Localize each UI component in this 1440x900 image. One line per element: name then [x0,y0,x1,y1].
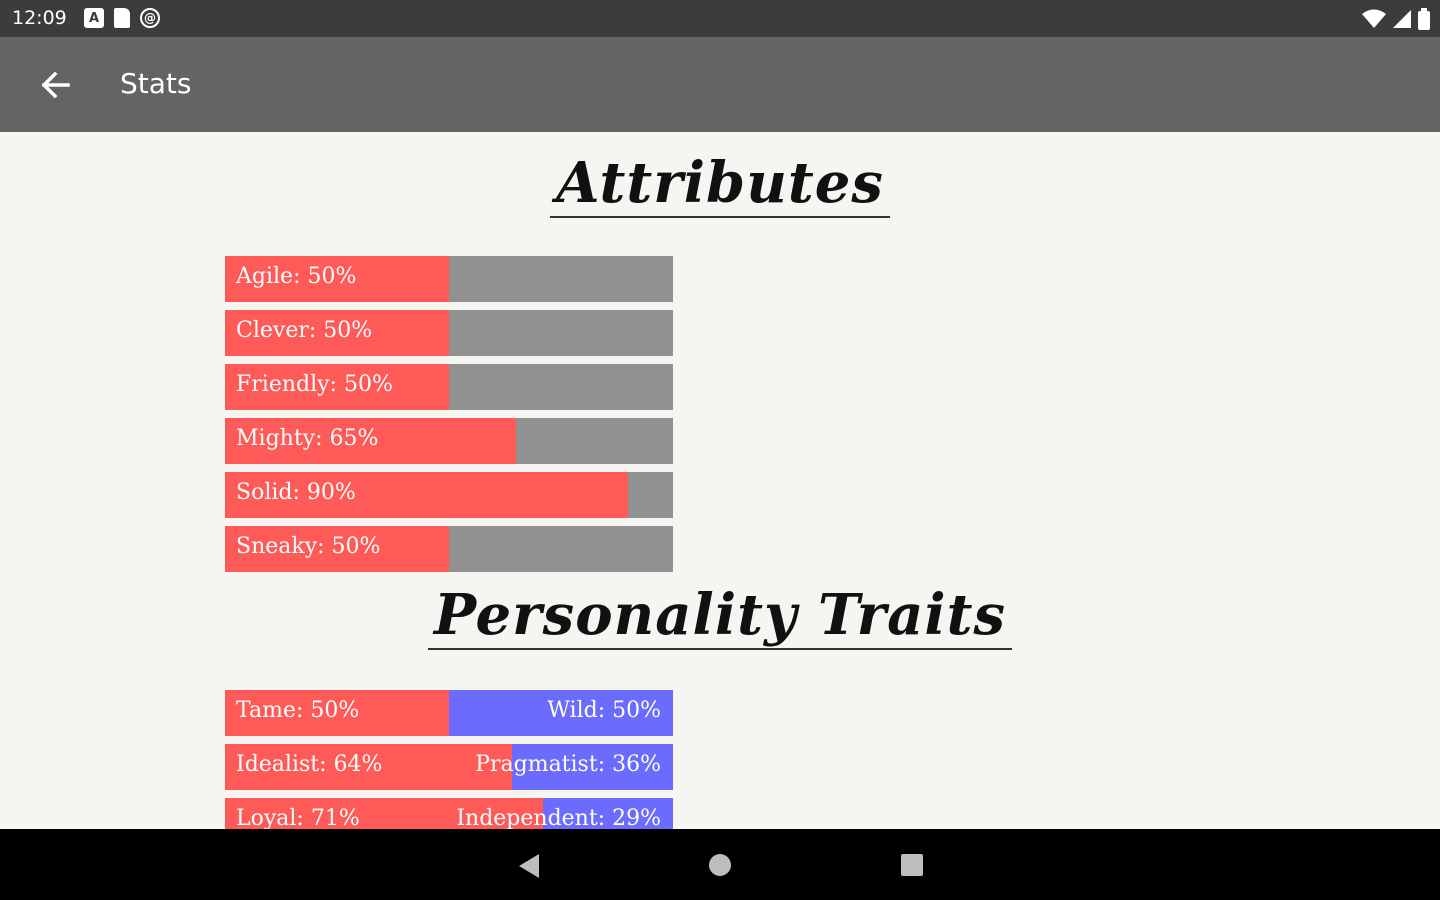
page-title: Stats [120,67,192,100]
cell-signal-icon [1393,10,1411,28]
attribute-label: Agile: 50% [236,264,357,289]
trait-right-label: Pragmatist: 36% [475,752,661,777]
battery-icon [1418,8,1430,30]
attribute-label: Friendly: 50% [236,372,393,397]
trait-right-label: Independent: 29% [456,806,661,829]
nav-back-icon[interactable] [515,851,545,881]
sd-card-icon [114,8,130,28]
trait-bar-idealist-pragmatist: Idealist: 64% Pragmatist: 36% [225,744,673,790]
attribute-bar-sneaky: Sneaky: 50% [225,526,673,572]
status-bar: 12:09 A @ [0,0,1440,37]
arrow-back-icon [42,72,70,98]
attribute-bar-clever: Clever: 50% [225,310,673,356]
attributes-heading: Attributes [0,150,1440,218]
attribute-bar-solid: Solid: 90% [225,472,673,518]
trait-left-label: Loyal: 71% [236,806,360,829]
back-button[interactable] [30,65,82,105]
personality-traits-heading: Personality Traits [0,582,1440,650]
app-bar: Stats [0,37,1440,132]
status-right-icons [1362,8,1430,30]
attribute-label: Sneaky: 50% [236,534,381,559]
trait-right-label: Wild: 50% [547,698,661,723]
wifi-icon [1362,9,1386,28]
trait-bar-loyal-independent: Loyal: 71% Independent: 29% [225,798,673,829]
attributes-heading-text: Attributes [550,150,890,218]
nav-home-icon[interactable] [706,851,736,881]
trait-left-label: Tame: 50% [236,698,360,723]
attribute-label: Mighty: 65% [236,426,379,451]
attribute-bar-agile: Agile: 50% [225,256,673,302]
trait-left-label: Idealist: 64% [236,752,383,777]
sync-icon: @ [140,8,160,28]
attribute-label: Solid: 90% [236,480,356,505]
attribute-bar-friendly: Friendly: 50% [225,364,673,410]
trait-bar-tame-wild: Tame: 50% Wild: 50% [225,690,673,736]
a-notification-icon: A [84,8,104,28]
personality-traits-heading-text: Personality Traits [427,582,1013,650]
stats-content[interactable]: Attributes Agile: 50% Clever: 50% Friend… [0,132,1440,829]
navigation-bar [0,829,1440,900]
status-time: 12:09 [12,7,67,29]
status-left-icons: A @ [84,8,160,28]
attribute-bar-mighty: Mighty: 65% [225,418,673,464]
attribute-label: Clever: 50% [236,318,373,343]
nav-recents-icon[interactable] [898,851,928,881]
